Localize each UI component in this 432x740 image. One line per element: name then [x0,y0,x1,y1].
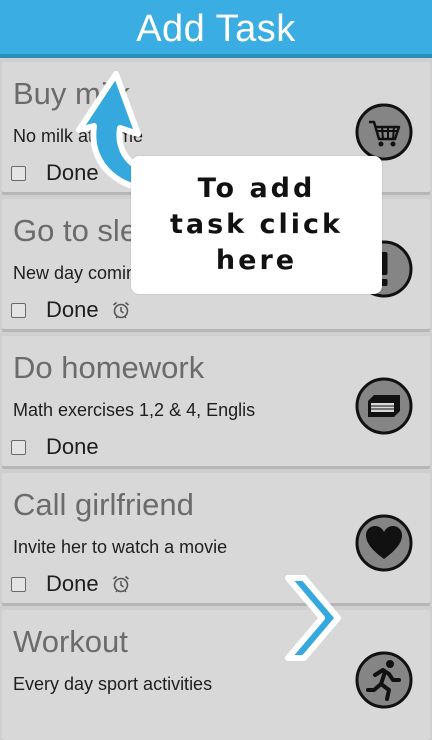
task-title: Workout [13,624,128,659]
task-title: Call girlfriend [13,487,194,522]
task-description: Every day sport activities [13,674,213,694]
heart-icon[interactable] [355,514,413,572]
header-title: Add Task [136,7,296,50]
done-row: Done [11,569,131,599]
done-checkbox[interactable] [11,302,26,318]
alarm-icon [112,301,129,319]
done-label: Done [46,434,99,459]
task-card[interactable]: Do homework Math exercises 1,2 & 4, Engl… [2,336,430,466]
alarm-icon [112,575,129,593]
done-label: Done [46,297,99,322]
book-icon[interactable] [355,377,413,435]
header-shadow [0,54,432,58]
task-card[interactable]: Call girlfriend Invite her to watch a mo… [2,473,430,603]
runner-icon[interactable] [355,651,413,709]
done-label: Done [46,571,99,596]
task-description: Math exercises 1,2 & 4, Englis [13,400,256,420]
done-row: Done [11,432,99,462]
cart-icon[interactable] [355,103,413,161]
task-description: Invite her to watch a movie [13,537,228,557]
done-checkbox[interactable] [11,165,26,181]
task-card[interactable]: Workout Every day sport activities [2,610,430,740]
task-title: Do homework [13,350,205,385]
done-checkbox[interactable] [11,439,26,455]
done-row: Done [11,295,131,325]
add-task-header[interactable]: Add Task [0,0,432,58]
done-checkbox[interactable] [11,576,26,592]
tutorial-text: To add task click here [169,173,344,276]
tutorial-tooltip: To add task click here [131,156,382,294]
chevron-right-icon[interactable] [280,570,346,666]
